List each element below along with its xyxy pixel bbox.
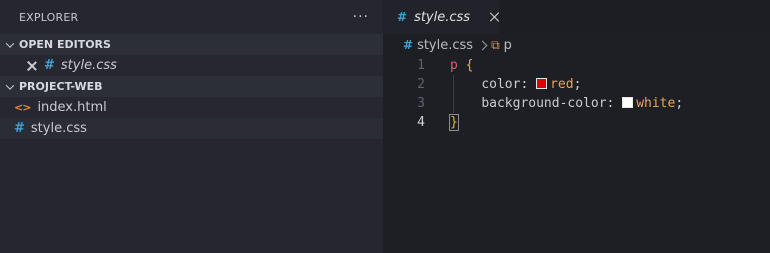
close-icon[interactable] (490, 12, 499, 22)
html-brackets-icon: <> (14, 101, 31, 114)
css-hash-icon: # (14, 121, 25, 136)
css-selector: p (450, 58, 458, 73)
code-line[interactable]: 1 p { (383, 56, 770, 75)
color-swatch-red[interactable] (536, 78, 548, 89)
line-text: } (449, 114, 459, 131)
explorer-header: EXPLORER ··· (0, 0, 383, 34)
project-section[interactable]: PROJECT-WEB (0, 76, 383, 97)
css-value: white (636, 96, 676, 111)
line-number: 2 (417, 77, 425, 92)
line-text: p { (450, 58, 473, 73)
close-icon[interactable] (26, 60, 38, 72)
semicolon: ; (675, 96, 684, 111)
open-editor-item[interactable]: # style.css (0, 55, 383, 76)
file-label: index.html (37, 100, 107, 115)
ellipsis-icon[interactable]: ··· (353, 9, 369, 25)
chevron-down-icon (6, 41, 14, 49)
css-property: background-color: (481, 96, 615, 111)
open-editors-section[interactable]: OPEN EDITORS (0, 34, 383, 55)
file-item-style-css[interactable]: # style.css (0, 118, 383, 139)
symbol-class-icon: ⧉ (491, 37, 500, 52)
line-number: 1 (417, 58, 425, 73)
line-number: 4 (417, 115, 425, 130)
code-line[interactable]: 3 background-color: white; (383, 94, 770, 113)
file-label: style.css (30, 121, 87, 136)
code-editor[interactable]: 1 p { 2 color: red; 3 background-color: … (383, 56, 770, 132)
css-property: color: (481, 77, 529, 92)
css-hash-icon: # (397, 10, 408, 24)
chevron-right-icon (477, 40, 488, 50)
css-value: red (550, 77, 574, 92)
semicolon: ; (573, 77, 582, 92)
open-editors-label: OPEN EDITORS (19, 38, 111, 51)
open-brace: { (465, 58, 474, 73)
explorer-sidebar: EXPLORER ··· OPEN EDITORS # style.css PR… (0, 0, 383, 253)
tab-label: style.css (414, 9, 471, 25)
project-label: PROJECT-WEB (19, 80, 103, 93)
file-item-index-html[interactable]: <> index.html (0, 97, 383, 118)
code-line[interactable]: 2 color: red; (383, 75, 770, 94)
breadcrumb-file[interactable]: style.css (417, 38, 473, 53)
color-swatch-white[interactable] (622, 97, 634, 108)
vscode-window: EXPLORER ··· OPEN EDITORS # style.css PR… (0, 0, 770, 253)
tab-bar: # style.css (383, 0, 770, 34)
editor-area: # style.css # style.css ⧉ p 1 p { 2 colo… (383, 0, 770, 253)
code-line[interactable]: 4 } (383, 113, 770, 132)
chevron-down-icon (6, 83, 14, 91)
line-text: background-color: white; (450, 96, 683, 111)
breadcrumb-symbol[interactable]: p (504, 38, 512, 53)
close-brace: } (449, 114, 459, 131)
css-hash-icon: # (44, 58, 55, 73)
open-editor-label: style.css (60, 58, 117, 73)
tab-style-css[interactable]: # style.css (383, 0, 499, 34)
css-hash-icon: # (403, 38, 414, 52)
breadcrumb: # style.css ⧉ p (383, 34, 770, 56)
explorer-title: EXPLORER (19, 10, 79, 24)
line-text: color: red; (450, 77, 581, 92)
line-number: 3 (417, 96, 425, 111)
